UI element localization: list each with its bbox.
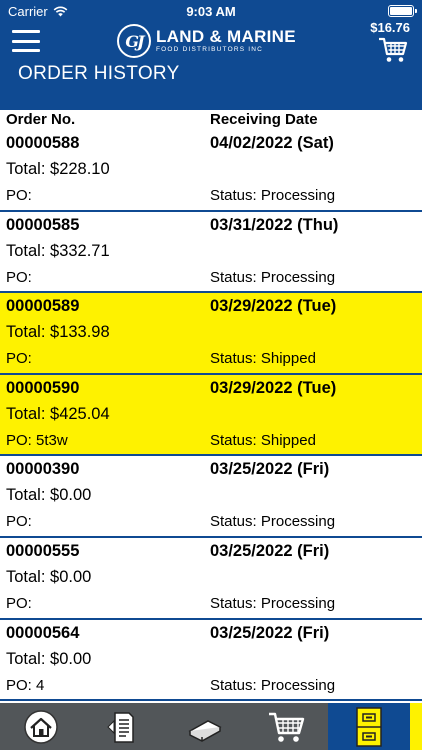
order-row[interactable]: 00000585 03/31/2022 (Thu) Total: $332.71… bbox=[0, 212, 422, 294]
order-status: Status: Shipped bbox=[210, 350, 316, 368]
order-number: 00000390 bbox=[6, 460, 80, 479]
page-title: ORDER HISTORY bbox=[18, 63, 180, 84]
order-status: Status: Processing bbox=[210, 268, 336, 286]
order-total: Total: $228.10 bbox=[6, 160, 110, 178]
status-bar: Carrier 9:03 AM bbox=[0, 0, 422, 22]
order-status: Status: Processing bbox=[210, 187, 336, 204]
order-number: 00000590 bbox=[6, 378, 80, 397]
logo-subtitle: FOOD DISTRIBUTORS INC bbox=[156, 46, 264, 54]
column-order-no: Order No. bbox=[6, 111, 76, 128]
bottom-tab-bar bbox=[0, 703, 422, 750]
order-number: 00000564 bbox=[6, 623, 80, 642]
order-row[interactable]: 00000555 03/25/2022 (Fri) Total: $0.00 P… bbox=[0, 538, 422, 620]
shopping-cart-icon bbox=[269, 712, 305, 742]
tab-catalog[interactable] bbox=[164, 703, 246, 750]
hamburger-line bbox=[12, 30, 40, 33]
order-history-cabinet-icon bbox=[356, 706, 382, 747]
receiving-date: 03/25/2022 (Fri) bbox=[210, 623, 330, 642]
order-form-icon bbox=[107, 711, 134, 743]
catalog-book-icon bbox=[188, 719, 222, 742]
logo-mark: GJ bbox=[117, 24, 151, 58]
column-receiving-date: Receiving Date bbox=[210, 111, 318, 128]
clock: 9:03 AM bbox=[186, 4, 236, 19]
po-number: PO: bbox=[6, 513, 32, 531]
order-row[interactable]: 00000564 03/25/2022 (Fri) Total: $0.00 P… bbox=[0, 620, 422, 702]
tab-bar-edge bbox=[410, 703, 422, 750]
tab-order-history[interactable] bbox=[328, 703, 410, 750]
order-number: 00000589 bbox=[6, 297, 80, 316]
hamburger-line bbox=[12, 49, 40, 52]
order-total: Total: $425.04 bbox=[6, 404, 110, 423]
home-icon bbox=[24, 709, 58, 744]
receiving-date: 03/25/2022 (Fri) bbox=[210, 460, 330, 479]
po-number: PO: bbox=[6, 268, 32, 286]
order-number: 00000555 bbox=[6, 541, 80, 560]
cart-total[interactable]: $16.76 bbox=[370, 20, 410, 35]
order-row[interactable]: 00000588 04/02/2022 (Sat) Total: $228.10… bbox=[0, 130, 422, 212]
company-logo: GJ LAND & MARINE FOOD DISTRIBUTORS INC bbox=[117, 24, 296, 58]
receiving-date: 04/02/2022 (Sat) bbox=[210, 134, 334, 152]
menu-button[interactable] bbox=[12, 30, 40, 52]
po-number: PO: bbox=[6, 594, 32, 612]
tab-order-form[interactable] bbox=[82, 703, 164, 750]
order-total: Total: $133.98 bbox=[6, 323, 110, 342]
order-status: Status: Shipped bbox=[210, 431, 316, 449]
receiving-date: 03/25/2022 (Fri) bbox=[210, 541, 330, 560]
order-row[interactable]: 00000590 03/29/2022 (Tue) Total: $425.04… bbox=[0, 374, 422, 457]
receiving-date: 03/29/2022 (Tue) bbox=[210, 297, 337, 316]
order-row[interactable]: 00000589 03/29/2022 (Tue) Total: $133.98… bbox=[0, 293, 422, 375]
po-number: PO: 4 bbox=[6, 676, 45, 694]
order-number: 00000585 bbox=[6, 215, 80, 234]
app-header: Carrier 9:03 AM GJ LAND & MARINE FOOD DI… bbox=[0, 0, 422, 110]
battery-icon bbox=[388, 5, 417, 17]
hamburger-line bbox=[12, 39, 40, 43]
po-number: PO: bbox=[6, 187, 32, 204]
tab-home[interactable] bbox=[0, 703, 82, 750]
order-status: Status: Processing bbox=[210, 676, 336, 694]
order-total: Total: $0.00 bbox=[6, 649, 92, 668]
order-number: 00000588 bbox=[6, 134, 80, 152]
order-total: Total: $332.71 bbox=[6, 241, 110, 260]
po-number: PO: bbox=[6, 350, 32, 368]
order-list: 00000588 04/02/2022 (Sat) Total: $228.10… bbox=[0, 130, 422, 702]
receiving-date: 03/31/2022 (Thu) bbox=[210, 215, 339, 234]
po-number: PO: 5t3w bbox=[6, 431, 68, 449]
order-total: Total: $0.00 bbox=[6, 567, 92, 586]
tab-shopping-cart[interactable] bbox=[246, 703, 328, 750]
cart-icon[interactable] bbox=[378, 36, 408, 64]
logo-name: LAND & MARINE bbox=[156, 27, 296, 47]
order-status: Status: Processing bbox=[210, 594, 336, 612]
receiving-date: 03/29/2022 (Tue) bbox=[210, 378, 337, 397]
order-total: Total: $0.00 bbox=[6, 486, 92, 505]
order-status: Status: Processing bbox=[210, 513, 336, 531]
column-header: Order No. Receiving Date bbox=[0, 110, 422, 130]
order-row[interactable]: 00000390 03/25/2022 (Fri) Total: $0.00 P… bbox=[0, 456, 422, 538]
